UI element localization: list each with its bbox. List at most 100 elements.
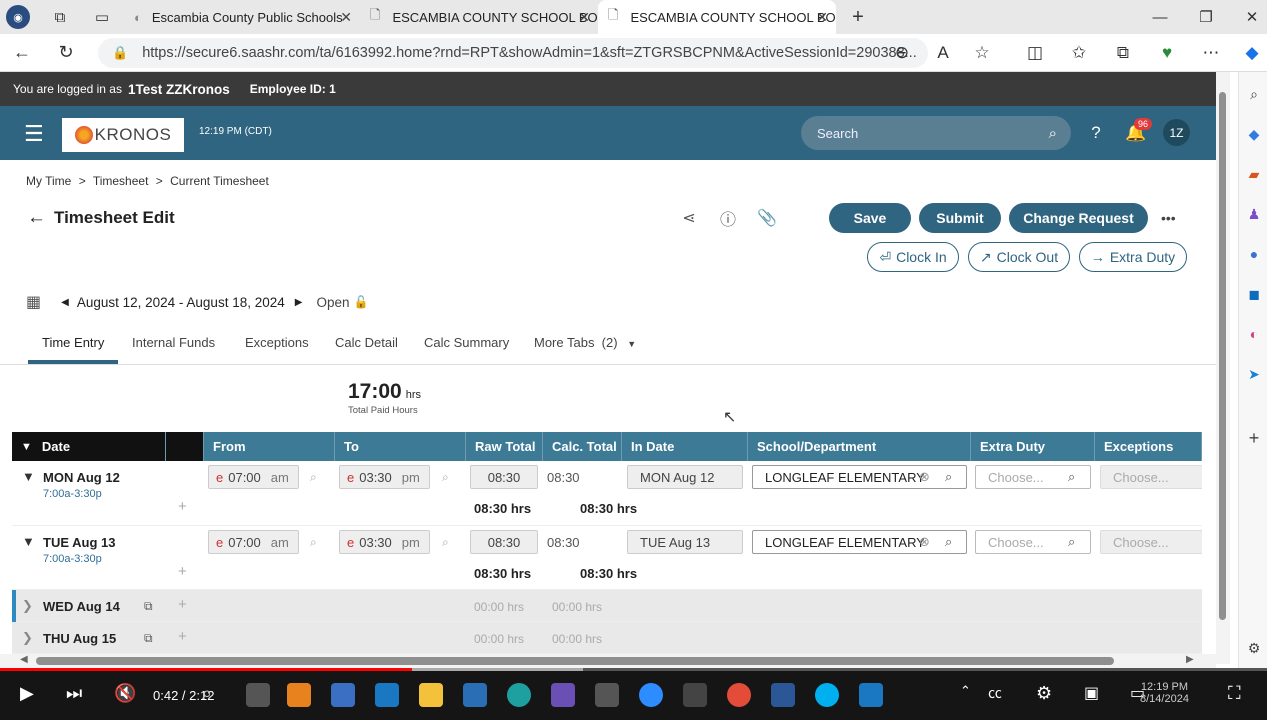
tab-calc-detail[interactable]: Calc Detail	[335, 335, 398, 350]
lookup-icon[interactable]: ⌕	[310, 470, 317, 485]
back-arrow-icon[interactable]: ←	[27, 207, 46, 229]
hamburger-menu-icon[interactable]: ☰	[24, 121, 44, 147]
clear-icon[interactable]: ⊗	[919, 469, 930, 485]
search-input[interactable]: Search ⌕	[801, 116, 1071, 150]
browser-tab-2[interactable]: 🗋 ESCAMBIA COUNTY SCHOOL BO ✕	[360, 0, 598, 34]
add-punch-icon[interactable]: +	[178, 563, 187, 580]
lookup-icon[interactable]: ⌕	[442, 535, 449, 550]
exceptions-field[interactable]: Choose...	[1100, 465, 1202, 489]
profile-avatar-icon[interactable]: ◉	[6, 5, 30, 29]
scroll-left-icon[interactable]: ◀	[20, 654, 28, 665]
add-punch-icon[interactable]: +	[178, 628, 187, 645]
lookup-icon[interactable]: ⌕	[1068, 534, 1075, 550]
in-date-field[interactable]: MON Aug 12	[627, 465, 743, 489]
save-button[interactable]: Save	[829, 203, 911, 233]
column-header-from[interactable]: From	[204, 432, 335, 461]
close-tab-icon[interactable]: ✕	[340, 9, 352, 26]
split-screen-icon[interactable]: ◫	[1021, 39, 1049, 67]
school-department-field[interactable]: LONGLEAF ELEMENTARY ⊗ ⌕	[752, 530, 967, 554]
next-period-icon[interactable]: ▶	[295, 297, 303, 308]
add-punch-icon[interactable]: +	[178, 596, 187, 613]
miniplayer-icon[interactable]: ▣	[1084, 683, 1099, 703]
restore-icon[interactable]: ❐	[1183, 0, 1229, 34]
collapse-all-icon[interactable]: ▼	[21, 441, 32, 453]
row-schedule[interactable]: 7:00a-3:30p	[43, 553, 102, 565]
favorite-star-icon[interactable]: ☆	[968, 39, 996, 67]
play-icon[interactable]: ▶	[20, 683, 34, 704]
clock-in-button[interactable]: ⏎ Clock In	[867, 242, 959, 272]
column-header-date[interactable]: ▼ Date	[12, 432, 166, 461]
column-header-exceptions[interactable]: Exceptions	[1095, 432, 1202, 461]
word-icon[interactable]	[771, 683, 795, 707]
column-header-extra-duty[interactable]: Extra Duty	[971, 432, 1095, 461]
info-icon[interactable]: ⓘ	[717, 207, 739, 229]
to-time-field[interactable]: e 03:30 pm	[339, 465, 430, 489]
submit-button[interactable]: Submit	[919, 203, 1001, 233]
kronos-logo[interactable]: KRONOS	[62, 118, 184, 152]
close-tab-icon[interactable]: ✕	[816, 9, 828, 26]
zoom-icon[interactable]	[639, 683, 663, 707]
change-request-button[interactable]: Change Request	[1009, 203, 1148, 233]
calculator-icon[interactable]	[683, 683, 707, 707]
mute-icon[interactable]: 🔇	[114, 683, 136, 704]
new-tab-button[interactable]: +	[846, 5, 870, 29]
in-date-field[interactable]: TUE Aug 13	[627, 530, 743, 554]
tab-internal-funds[interactable]: Internal Funds	[132, 335, 215, 350]
breadcrumb-my-time[interactable]: My Time	[26, 174, 71, 188]
browser-tab-3[interactable]: 🗋 ESCAMBIA COUNTY SCHOOL BO ✕	[598, 0, 836, 34]
copy-row-icon[interactable]: ⧉	[144, 599, 153, 614]
horizontal-scrollbar[interactable]: ◀ ▶	[0, 654, 1216, 668]
scrollbar-thumb[interactable]	[36, 657, 1114, 665]
designer-icon[interactable]: ◐	[1244, 324, 1264, 344]
tab-exceptions[interactable]: Exceptions	[245, 335, 309, 350]
close-tab-icon[interactable]: ✕	[578, 9, 590, 26]
from-time-field[interactable]: e 07:00 am	[208, 465, 299, 489]
search-icon[interactable]: ⌕	[1049, 125, 1057, 142]
tag-icon[interactable]: ◆	[1244, 124, 1264, 144]
fullscreen-icon[interactable]: ⛶	[1228, 683, 1241, 704]
copilot-app-icon[interactable]: ●	[1244, 244, 1264, 264]
column-header-raw-total[interactable]: Raw Total	[466, 432, 543, 461]
tab-more-tabs[interactable]: More Tabs (2) ▼	[534, 335, 636, 350]
copy-row-icon[interactable]: ⧉	[144, 631, 153, 646]
reload-icon[interactable]: ↻	[50, 37, 82, 69]
more-actions-icon[interactable]: •••	[1161, 210, 1176, 226]
tab-time-entry[interactable]: Time Entry	[42, 335, 104, 350]
help-icon[interactable]: ?	[1081, 118, 1111, 148]
file-explorer-icon[interactable]	[419, 683, 443, 707]
url-field[interactable]: 🔒 https://secure6.saashr.com/ta/6163992.…	[98, 38, 928, 68]
row-schedule[interactable]: 7:00a-3:30p	[43, 488, 102, 500]
lookup-icon[interactable]: ⌕	[442, 470, 449, 485]
outlook-icon[interactable]: ◼	[1244, 284, 1264, 304]
add-sidebar-app-icon[interactable]: +	[1244, 428, 1264, 448]
mail-icon[interactable]	[375, 683, 399, 707]
extra-duty-field[interactable]: Choose... ⌕	[975, 465, 1091, 489]
collapse-row-icon[interactable]: ▼	[22, 469, 35, 484]
lookup-icon[interactable]: ⌕	[945, 469, 952, 485]
to-time-field[interactable]: e 03:30 pm	[339, 530, 430, 554]
taskbar-search-icon[interactable]: ⌕	[202, 683, 212, 704]
clear-icon[interactable]: ⊗	[919, 534, 930, 550]
column-header-to[interactable]: To	[335, 432, 466, 461]
send-icon[interactable]: ➤	[1244, 364, 1264, 384]
calendar-icon[interactable]: ▦	[26, 292, 41, 312]
extra-duty-button[interactable]: → Extra Duty	[1079, 242, 1187, 272]
collapse-row-icon[interactable]: ▼	[22, 534, 35, 549]
lookup-icon[interactable]: ⌕	[310, 535, 317, 550]
camera-icon[interactable]	[595, 683, 619, 707]
app-icon[interactable]	[287, 683, 311, 707]
tray-chevron-icon[interactable]: ⌃	[960, 683, 971, 699]
search-icon[interactable]: ⌕	[1244, 84, 1264, 104]
share-icon[interactable]: ⋖	[678, 207, 700, 229]
tab-actions-icon[interactable]: ▭	[90, 5, 114, 29]
more-icon[interactable]: ⋯	[1197, 39, 1225, 67]
scroll-right-icon[interactable]: ▶	[1186, 654, 1194, 665]
prev-period-icon[interactable]: ◀	[61, 297, 69, 308]
collections-icon[interactable]: ⧉	[1109, 39, 1137, 67]
chrome-icon[interactable]	[727, 683, 751, 707]
tab-calc-summary[interactable]: Calc Summary	[424, 335, 509, 350]
from-time-field[interactable]: e 07:00 am	[208, 530, 299, 554]
toolbox-icon[interactable]: ▰	[1244, 164, 1264, 184]
expand-row-icon[interactable]: ❯	[22, 630, 33, 646]
app-icon[interactable]	[331, 683, 355, 707]
